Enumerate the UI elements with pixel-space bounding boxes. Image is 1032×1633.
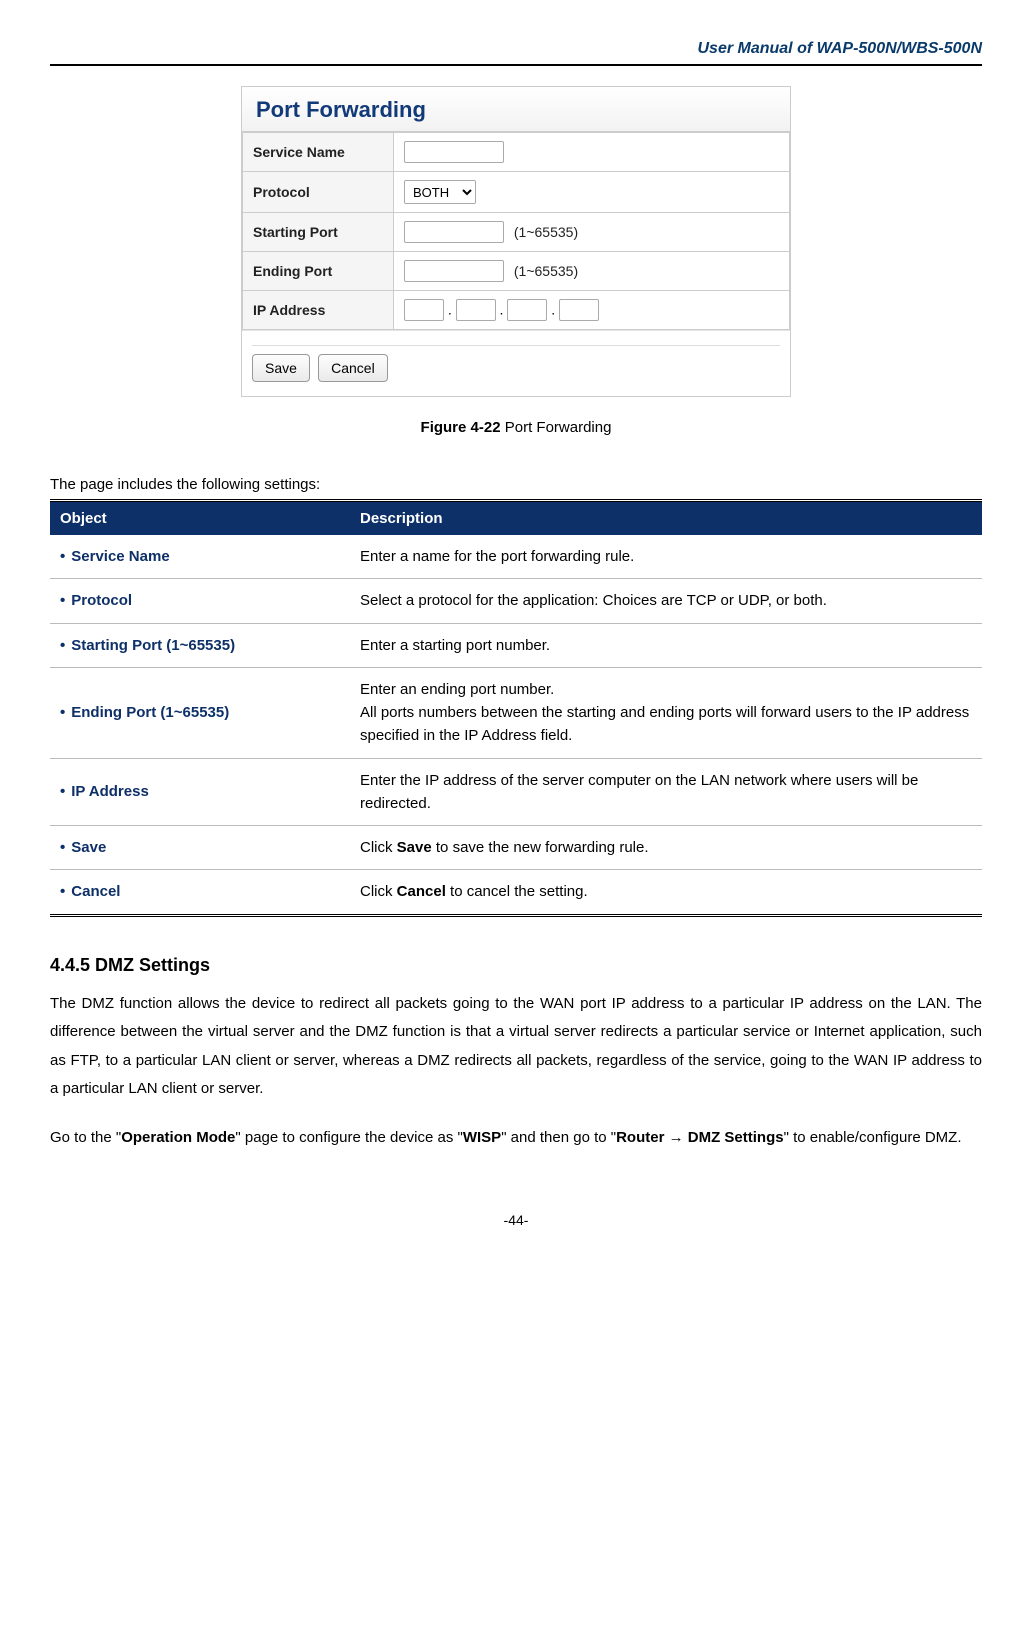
ip-octet-2-input[interactable] <box>456 299 496 321</box>
object-label: IP Address <box>71 783 149 800</box>
starting-port-input[interactable] <box>404 221 504 243</box>
section-heading: 4.4.5 DMZ Settings <box>50 955 982 976</box>
header-title: User Manual of WAP-500N/WBS-500N <box>50 40 982 58</box>
settings-table: Object Description • Service Name Enter a … <box>50 499 982 917</box>
starting-port-hint: (1~65535) <box>514 224 578 240</box>
ending-port-label: Ending Port <box>243 252 394 291</box>
object-cell: • Save <box>50 826 350 870</box>
bullet-icon: • <box>60 783 65 800</box>
object-cell: • Starting Port (1~65535) <box>50 623 350 667</box>
table-row: • IP Address Enter the IP address of the s… <box>50 758 982 826</box>
bullet-icon: • <box>60 548 65 565</box>
ending-port-hint: (1~65535) <box>514 263 578 279</box>
object-label: Cancel <box>71 883 120 900</box>
dmz-paragraph-2: Go to the "Operation Mode" page to confi… <box>50 1124 982 1153</box>
ending-port-input[interactable] <box>404 260 504 282</box>
ip-octet-1-input[interactable] <box>404 299 444 321</box>
figure-number: Figure 4-22 <box>421 419 501 436</box>
intro-line: The page includes the following settings… <box>50 476 982 493</box>
cancel-button[interactable]: Cancel <box>318 354 388 382</box>
object-cell: • Protocol <box>50 579 350 623</box>
object-label: Starting Port (1~65535) <box>71 637 235 654</box>
table-row: • Service Name Enter a name for the port f… <box>50 535 982 579</box>
service-name-input[interactable] <box>404 141 504 163</box>
object-label: Save <box>71 839 106 856</box>
bullet-icon: • <box>60 839 65 856</box>
bullet-icon: • <box>60 704 65 721</box>
ip-address-label: IP Address <box>243 291 394 330</box>
description-cell: Select a protocol for the application: C… <box>350 579 982 623</box>
table-row: • Save Click Save to save the new forwardi… <box>50 826 982 870</box>
ip-octet-3-input[interactable] <box>507 299 547 321</box>
p2-router-dmz: Router → DMZ Settings <box>616 1129 784 1146</box>
bullet-icon: • <box>60 883 65 900</box>
p2-pre: Go to the " <box>50 1129 121 1146</box>
ip-octet-4-input[interactable] <box>559 299 599 321</box>
p2-post: " to enable/configure DMZ. <box>784 1129 962 1146</box>
p2-mid1: " page to configure the device as " <box>235 1129 462 1146</box>
page-number: -44- <box>50 1212 982 1228</box>
object-cell: • IP Address <box>50 758 350 826</box>
dmz-paragraph-1: The DMZ function allows the device to re… <box>50 990 982 1104</box>
save-button[interactable]: Save <box>252 354 310 382</box>
form-table: Service Name Protocol BOTH Starting Port… <box>242 132 790 330</box>
object-cell: • Service Name <box>50 535 350 579</box>
panel-title: Port Forwarding <box>242 86 790 132</box>
bullet-icon: • <box>60 592 65 609</box>
screenshot-container: Port Forwarding Service Name Protocol BO… <box>50 86 982 397</box>
p2-wisp: WISP <box>463 1129 501 1146</box>
table-row: • Protocol Select a protocol for the appli… <box>50 579 982 623</box>
service-name-label: Service Name <box>243 133 394 172</box>
table-row: • Ending Port (1~65535) Enter an ending po… <box>50 667 982 758</box>
starting-port-label: Starting Port <box>243 213 394 252</box>
bullet-icon: • <box>60 637 65 654</box>
protocol-select[interactable]: BOTH <box>404 180 476 204</box>
service-name-cell <box>394 133 790 172</box>
p2-mid2: " and then go to " <box>501 1129 616 1146</box>
footer-divider <box>252 345 780 346</box>
p2-opmode: Operation Mode <box>121 1129 235 1146</box>
starting-port-cell: (1~65535) <box>394 213 790 252</box>
th-object: Object <box>50 501 350 536</box>
ip-address-cell: . . . <box>394 291 790 330</box>
th-description: Description <box>350 501 982 536</box>
object-label: Service Name <box>71 548 169 565</box>
object-cell: • Cancel <box>50 870 350 915</box>
protocol-cell: BOTH <box>394 172 790 213</box>
ending-port-cell: (1~65535) <box>394 252 790 291</box>
panel-footer: Save Cancel <box>242 330 790 396</box>
port-forwarding-panel: Port Forwarding Service Name Protocol BO… <box>241 86 791 397</box>
protocol-label: Protocol <box>243 172 394 213</box>
object-label: Protocol <box>71 592 132 609</box>
description-cell: Enter a name for the port forwarding rul… <box>350 535 982 579</box>
figure-text: Port Forwarding <box>505 419 612 436</box>
figure-caption: Figure 4-22 Port Forwarding <box>50 419 982 436</box>
description-cell: Enter the IP address of the server compu… <box>350 758 982 826</box>
header-rule <box>50 64 982 66</box>
table-row: • Starting Port (1~65535) Enter a starting… <box>50 623 982 667</box>
description-cell: Enter a starting port number. <box>350 623 982 667</box>
description-cell: Enter an ending port number.All ports nu… <box>350 667 982 758</box>
description-cell: Click Cancel to cancel the setting. <box>350 870 982 915</box>
object-cell: • Ending Port (1~65535) <box>50 667 350 758</box>
table-row: • Cancel Click Cancel to cancel the settin… <box>50 870 982 915</box>
description-cell: Click Save to save the new forwarding ru… <box>350 826 982 870</box>
object-label: Ending Port (1~65535) <box>71 704 229 721</box>
